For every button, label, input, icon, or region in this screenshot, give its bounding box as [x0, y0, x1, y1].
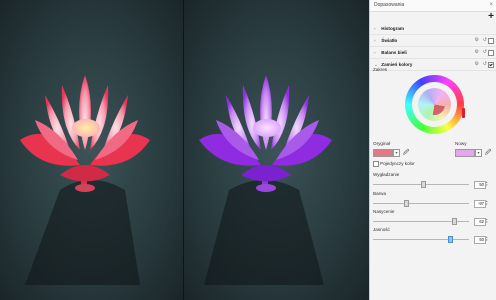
- smoothing-value[interactable]: 50: [474, 181, 486, 189]
- new-color-swatch[interactable]: [455, 149, 475, 157]
- hue-label: Barwa: [373, 191, 387, 196]
- chevron-down-icon[interactable]: ▾: [393, 149, 400, 157]
- saturation-label: Nasycenie: [373, 209, 395, 214]
- section-histogram[interactable]: › Histogram: [370, 23, 496, 35]
- section-label: Histogram: [381, 26, 404, 31]
- add-adjustment-button[interactable]: +: [488, 11, 494, 23]
- spinner-arrows-icon[interactable]: ▴ ▾: [486, 236, 489, 242]
- smoothing-label: Wygładzanie: [373, 172, 400, 177]
- smoothing-slider-knob[interactable]: [421, 181, 426, 188]
- close-icon[interactable]: ×: [489, 0, 493, 11]
- spinner-arrows-icon[interactable]: ▴ ▾: [486, 181, 489, 187]
- chevron-down-icon[interactable]: ▾: [475, 149, 482, 157]
- color-range-wheel[interactable]: [405, 75, 465, 134]
- range-label: Zakres: [373, 67, 388, 72]
- panel-toolbar: +: [370, 11, 496, 23]
- original-label: Oryginał: [373, 141, 391, 146]
- eyedropper-icon[interactable]: 🖉: [403, 148, 409, 158]
- new-label: Nowy: [455, 141, 467, 146]
- brightness-value[interactable]: 50: [474, 236, 486, 244]
- section-label: Balans bieli: [381, 50, 407, 55]
- selected-range-wedge[interactable]: [424, 94, 445, 115]
- gear-icon[interactable]: ⚙: [475, 35, 479, 46]
- enable-checkbox[interactable]: [488, 50, 494, 56]
- reset-icon[interactable]: ↺: [483, 35, 487, 46]
- spinner-arrows-icon[interactable]: ▴ ▾: [486, 218, 489, 224]
- panel-header: Dopasowania ×: [370, 0, 496, 12]
- brightness-slider[interactable]: [373, 239, 469, 240]
- reset-icon[interactable]: ↺: [483, 59, 487, 70]
- recolored-photo: [184, 0, 369, 300]
- range-marker[interactable]: [462, 108, 465, 118]
- hue-slider[interactable]: [373, 203, 469, 204]
- enable-checkbox[interactable]: [488, 62, 494, 68]
- hue-value[interactable]: -97: [474, 200, 486, 208]
- hue-slider-knob[interactable]: [404, 200, 409, 207]
- section-light[interactable]: › Światło ⚙ ↺: [370, 35, 496, 47]
- gear-icon[interactable]: ⚙: [475, 47, 479, 58]
- section-label: Światło: [381, 38, 398, 43]
- brightness-slider-knob[interactable]: [448, 236, 453, 243]
- chevron-right-icon: ›: [374, 50, 376, 55]
- gear-icon[interactable]: ⚙: [475, 59, 479, 70]
- panel-title: Dopasowania: [374, 2, 405, 8]
- single-color-checkbox[interactable]: [373, 161, 379, 167]
- reset-icon[interactable]: ↺: [483, 47, 487, 58]
- spinner-arrows-icon[interactable]: ▴ ▾: [486, 200, 489, 206]
- pink-lotus-image: [20, 75, 150, 285]
- purple-lotus-image: [199, 75, 332, 285]
- original-photo: [0, 0, 183, 300]
- section-replace-colors[interactable]: ⌄ Zamień kolory ⚙ ↺: [370, 59, 496, 71]
- eyedropper-icon[interactable]: 🖉: [485, 148, 491, 158]
- original-color-swatch[interactable]: [373, 149, 393, 157]
- photo-comparison: [0, 0, 369, 300]
- single-color-label: Pojedynczy kolor: [380, 161, 415, 166]
- brightness-label: Jasność: [373, 227, 390, 232]
- section-white-balance[interactable]: › Balans bieli ⚙ ↺: [370, 47, 496, 59]
- chevron-right-icon: ›: [374, 38, 376, 43]
- saturation-slider-knob[interactable]: [452, 218, 457, 225]
- chevron-right-icon: ›: [374, 26, 376, 31]
- saturation-value[interactable]: 62: [474, 218, 486, 226]
- enable-checkbox[interactable]: [488, 38, 494, 44]
